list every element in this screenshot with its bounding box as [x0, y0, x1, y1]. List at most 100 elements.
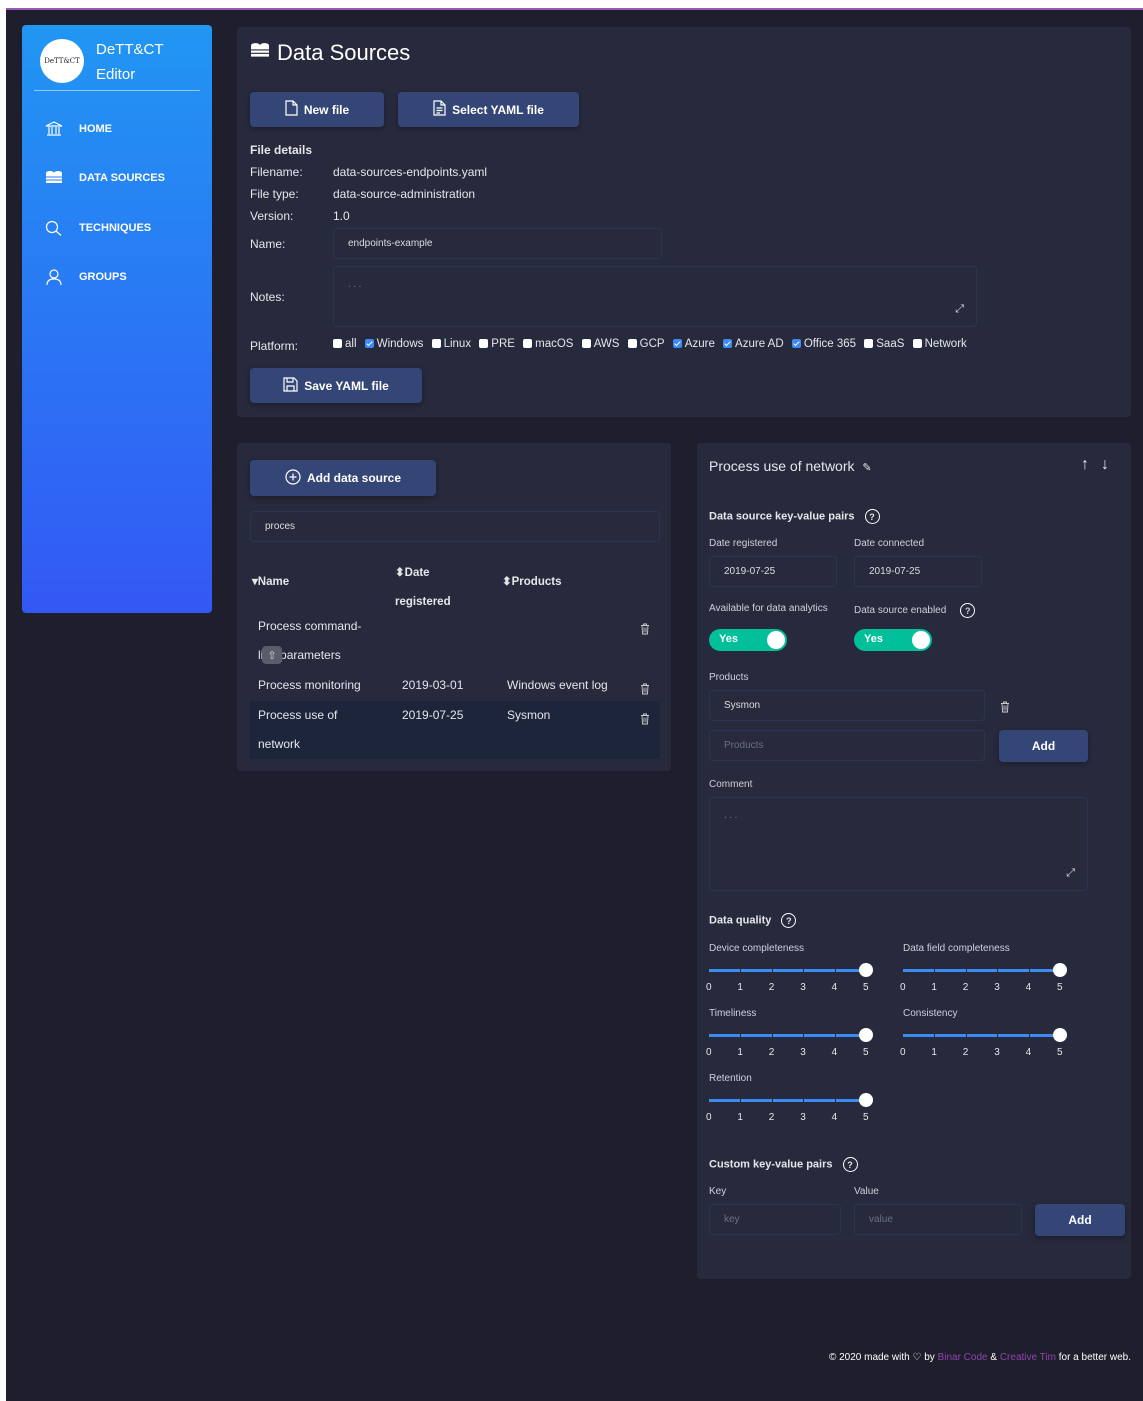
slider-handle[interactable] [859, 963, 873, 977]
plus-circle-icon [285, 468, 301, 488]
platform-gcp[interactable]: GCP [627, 338, 665, 350]
products-label: Products [709, 672, 749, 683]
notes-textarea[interactable]: ... ⤢ [333, 266, 977, 327]
add-product-button[interactable]: Add [999, 730, 1088, 762]
delete-icon[interactable] [640, 680, 650, 695]
slider-handle[interactable] [859, 1093, 873, 1107]
checkbox[interactable] [791, 339, 801, 348]
slider-scale-label: 5 [863, 1112, 869, 1123]
expand-icon[interactable]: ⤢ [955, 302, 964, 316]
checkbox[interactable] [333, 339, 342, 348]
sidebar-item-home[interactable]: HOME [44, 121, 112, 137]
delete-icon[interactable] [640, 710, 650, 725]
checkbox[interactable] [431, 339, 441, 348]
add-data-source-label: Add data source [306, 471, 402, 485]
checkbox[interactable] [627, 339, 637, 348]
sidebar-item-data-sources[interactable]: DATA SOURCES [44, 170, 165, 186]
slider-tick [803, 1099, 805, 1102]
slider-tick [803, 969, 805, 972]
column-header-name[interactable]: ▾Name [252, 574, 289, 588]
comment-textarea[interactable]: ... ⤢ [709, 797, 1088, 891]
platform-saas[interactable]: SaaS [864, 338, 904, 350]
help-icon[interactable]: ? [781, 913, 797, 928]
pencil-icon[interactable]: ✎ [862, 462, 871, 474]
slider-tick [771, 969, 773, 972]
products-input[interactable]: Products [709, 730, 985, 761]
enabled-toggle[interactable]: Yes [854, 629, 932, 651]
slider-scale-label: 2 [768, 982, 775, 993]
column-header-date[interactable]: ⬍Date registered [395, 559, 451, 617]
slider-handle[interactable] [1053, 1028, 1067, 1042]
checkbox[interactable] [364, 339, 374, 348]
search-input[interactable]: proces [250, 511, 660, 542]
platform-azure[interactable]: Azure [672, 338, 715, 350]
sidebar-item-techniques[interactable]: TECHNIQUES [44, 220, 151, 236]
product-item-input[interactable]: Sysmon [709, 690, 985, 721]
help-icon[interactable]: ? [960, 603, 976, 618]
platform-azure-ad[interactable]: Azure AD [723, 338, 784, 350]
page-title-text: Data Sources [277, 40, 411, 65]
key-input[interactable]: key [709, 1204, 841, 1235]
platform-aws[interactable]: AWS [581, 338, 619, 350]
slider-scale-label: 0 [900, 982, 906, 993]
scroll-to-top-icon[interactable]: ⇧ [262, 646, 282, 664]
platform-all[interactable]: all [333, 338, 357, 350]
new-file-button[interactable]: New file [250, 92, 384, 127]
file-text-icon [433, 100, 446, 119]
column-header-products[interactable]: ⬍Products [502, 574, 561, 588]
date-connected-input[interactable]: 2019-07-25 [854, 556, 982, 587]
checkbox[interactable] [864, 339, 874, 348]
name-input[interactable]: endpoints-example [333, 228, 662, 259]
slider-track[interactable] [903, 1034, 1060, 1037]
slider-tick [965, 969, 967, 972]
help-icon[interactable]: ? [864, 509, 880, 524]
footer-link-creative-tim[interactable]: Creative Tim [1000, 1352, 1056, 1363]
footer-link-binar-code[interactable]: Binar Code [938, 1352, 988, 1363]
enabled-label-text: Data source enabled [854, 605, 947, 617]
slider-handle[interactable] [859, 1028, 873, 1042]
date-registered-input[interactable]: 2019-07-25 [709, 556, 837, 587]
help-icon[interactable]: ? [842, 1157, 858, 1172]
date-registered-label: Date registered [709, 538, 778, 549]
sidebar-divider [34, 90, 200, 91]
platform-linux[interactable]: Linux [431, 338, 471, 350]
slider-track[interactable] [709, 1034, 866, 1037]
move-down-icon[interactable]: ↓ [1101, 456, 1109, 474]
platform-options: all Windows Linux PRE macOS AWS GCP Azur… [333, 338, 972, 350]
available-toggle[interactable]: Yes [709, 629, 787, 651]
slider-tick [997, 1034, 999, 1037]
checkbox[interactable] [523, 339, 533, 348]
platform-windows[interactable]: Windows [364, 338, 423, 350]
checkbox[interactable] [672, 339, 682, 348]
app-name[interactable]: DeTT&CT Editor [96, 37, 164, 87]
platform-network[interactable]: Network [912, 338, 967, 350]
select-yaml-button[interactable]: Select YAML file [398, 92, 579, 127]
key-label: Key [709, 1186, 727, 1197]
logo[interactable]: DeTT&CT [40, 39, 84, 83]
platform-pre[interactable]: PRE [479, 338, 515, 350]
available-label: Available for data analytics [709, 603, 828, 614]
add-data-source-button[interactable]: Add data source [250, 460, 436, 496]
slider-tick [771, 1099, 773, 1102]
move-up-icon[interactable]: ↑ [1081, 456, 1089, 474]
checkbox[interactable] [479, 339, 489, 348]
save-yaml-button[interactable]: Save YAML file [250, 368, 422, 403]
slider-track[interactable] [709, 969, 866, 972]
slider-track[interactable] [709, 1099, 866, 1102]
platform-macos[interactable]: macOS [523, 338, 573, 350]
expand-icon[interactable]: ⤢ [1066, 866, 1075, 880]
value-input[interactable]: value [854, 1204, 1022, 1235]
checkbox[interactable] [723, 339, 733, 348]
slider-track[interactable] [903, 969, 1060, 972]
sidebar-item-groups[interactable]: GROUPS [44, 269, 127, 285]
delete-icon[interactable] [640, 620, 650, 635]
platform-office-365[interactable]: Office 365 [791, 338, 856, 350]
delete-icon[interactable] [1000, 698, 1010, 713]
platform-label: Platform: [250, 339, 299, 353]
add-custom-kv-button[interactable]: Add [1035, 1204, 1125, 1236]
slider-handle[interactable] [1053, 963, 1067, 977]
search-input-value: proces [265, 521, 296, 532]
platform-label-saas: SaaS [876, 338, 905, 350]
checkbox[interactable] [581, 339, 591, 348]
checkbox[interactable] [912, 339, 922, 348]
